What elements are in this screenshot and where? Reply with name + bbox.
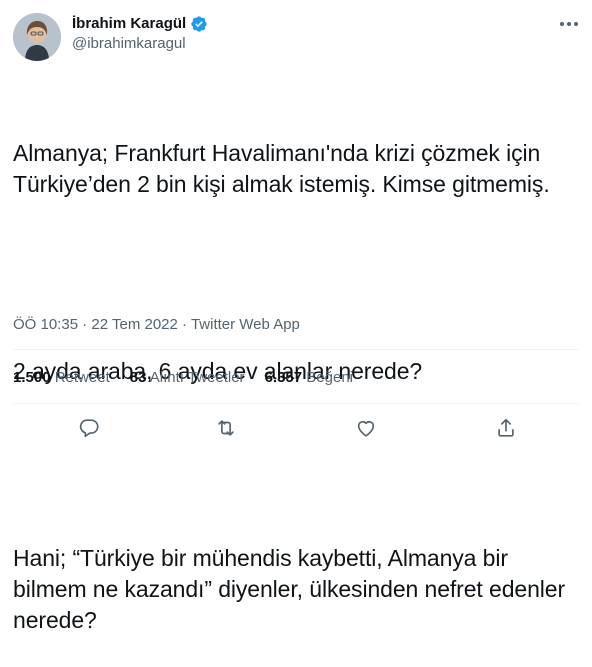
likes-count: 6.357 — [264, 369, 303, 386]
tweet-paragraph: Hani; “Türkiye bir mühendis kaybetti, Al… — [13, 545, 572, 633]
tweet-actions — [13, 414, 579, 442]
retweets-stat[interactable]: 1.500 Retweet — [13, 368, 110, 388]
tweet-metadata: ÖÖ 10:35 · 22 Tem 2022 · Twitter Web App — [13, 315, 300, 335]
like-button[interactable] — [352, 414, 380, 442]
tweet-date[interactable]: 22 Tem 2022 — [91, 316, 177, 333]
tweet-stats: 1.500 Retweet 83 Alıntı Tweetler 6.357 B… — [13, 368, 353, 388]
separator: · — [82, 316, 88, 333]
quotes-label: Alıntı Tweetler — [149, 369, 245, 386]
tweet-paragraph: Almanya; Frankfurt Havalimanı'nda krizi … — [13, 140, 550, 197]
like-icon — [357, 420, 375, 437]
reply-button[interactable] — [75, 414, 103, 442]
avatar[interactable] — [13, 13, 61, 61]
likes-label: Beğeni — [306, 369, 353, 386]
retweet-button[interactable] — [212, 414, 240, 442]
author-name-row[interactable]: İbrahim Karagül — [72, 14, 208, 34]
retweets-count: 1.500 — [13, 369, 51, 386]
more-options-icon[interactable] — [556, 14, 582, 34]
verified-badge-icon — [190, 15, 208, 33]
divider — [13, 349, 579, 350]
tweet-source[interactable]: Twitter Web App — [191, 316, 300, 333]
tweet-time[interactable]: ÖÖ 10:35 — [13, 316, 78, 333]
separator: · — [182, 316, 188, 333]
share-icon — [498, 418, 514, 437]
divider — [13, 403, 579, 404]
quotes-count: 83 — [129, 369, 147, 386]
likes-stat[interactable]: 6.357 Beğeni — [265, 368, 353, 388]
quotes-stat[interactable]: 83 Alıntı Tweetler — [130, 368, 245, 388]
author-handle[interactable]: @ibrahimkaragul — [72, 34, 186, 54]
reply-icon — [79, 419, 99, 438]
avatar-image — [13, 13, 61, 61]
retweet-icon — [218, 420, 234, 436]
author-name[interactable]: İbrahim Karagül — [72, 14, 186, 34]
share-button[interactable] — [492, 414, 520, 442]
retweets-label: Retweet — [54, 369, 110, 386]
